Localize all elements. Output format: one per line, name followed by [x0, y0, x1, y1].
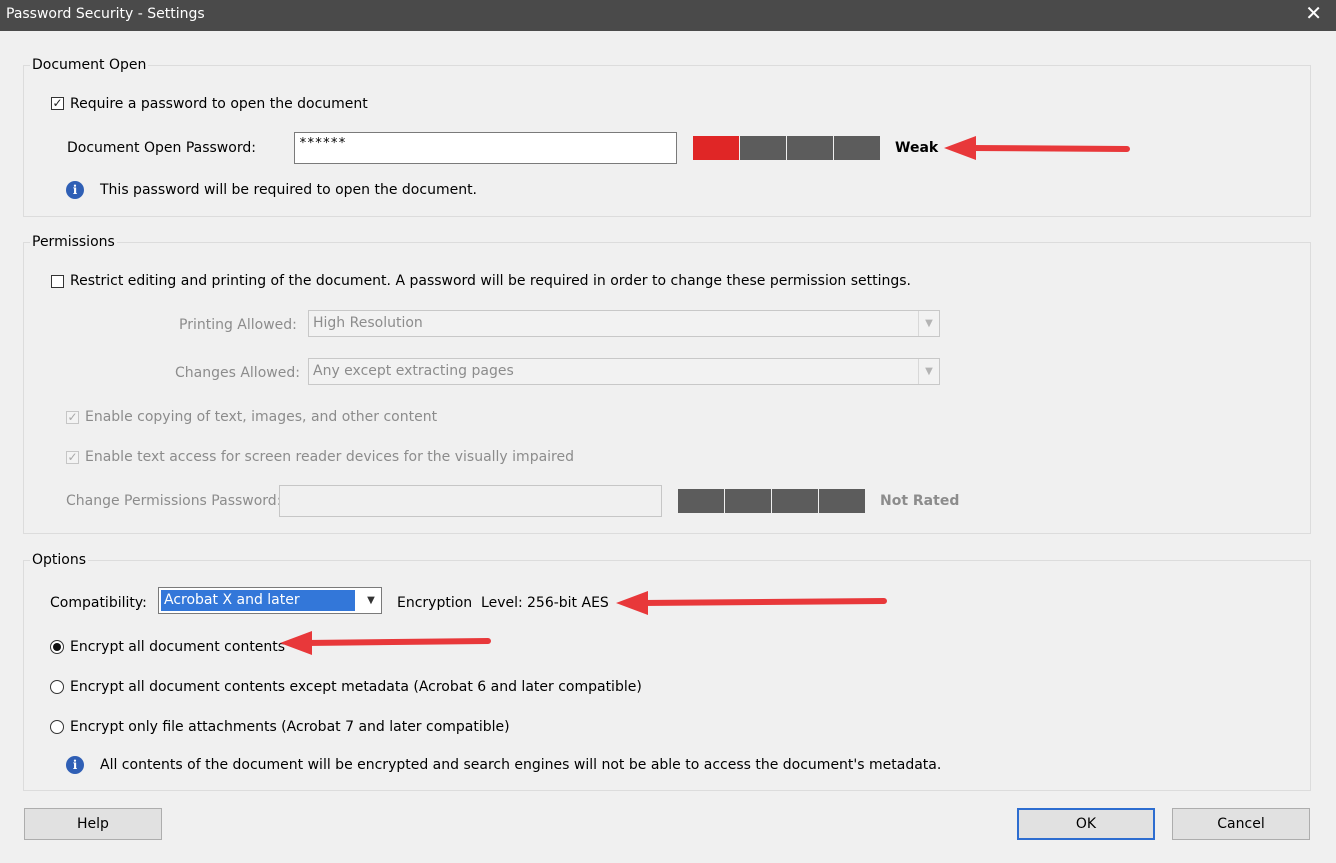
- strength-segment: [819, 489, 865, 513]
- printing-allowed-select[interactable]: High Resolution ▼: [308, 310, 940, 337]
- document-open-legend: Document Open: [30, 57, 149, 73]
- enable-copying-checkbox[interactable]: ✓: [66, 411, 79, 424]
- encryption-level-value: 256-bit AES: [527, 595, 609, 611]
- strength-segment: [725, 489, 771, 513]
- changes-allowed-value: Any except extracting pages: [313, 363, 514, 379]
- require-password-checkbox[interactable]: ✓: [51, 97, 64, 110]
- permissions-strength-meter: [678, 489, 865, 513]
- enable-copying-label: Enable copying of text, images, and othe…: [85, 409, 438, 425]
- restrict-editing-label: Restrict editing and printing of the doc…: [70, 273, 912, 289]
- changes-allowed-select[interactable]: Any except extracting pages ▼: [308, 358, 940, 385]
- printing-allowed-value: High Resolution: [313, 315, 423, 331]
- encrypt-except-metadata-label: Encrypt all document contents except met…: [70, 679, 642, 695]
- cancel-button[interactable]: Cancel: [1172, 808, 1310, 840]
- encrypt-attachments-label: Encrypt only file attachments (Acrobat 7…: [70, 719, 510, 735]
- title-bar: Password Security - Settings ✕: [0, 0, 1336, 31]
- changes-allowed-label: Changes Allowed:: [175, 365, 300, 381]
- document-open-password-field[interactable]: ******: [294, 132, 677, 164]
- compatibility-value: Acrobat X and later: [161, 590, 355, 611]
- encrypt-all-label: Encrypt all document contents: [70, 639, 286, 655]
- strength-segment: [678, 489, 724, 513]
- require-password-label: Require a password to open the document: [70, 96, 368, 112]
- change-permissions-password-label: Change Permissions Password:: [66, 493, 282, 509]
- strength-segment: [834, 136, 880, 160]
- info-icon: i: [66, 181, 84, 199]
- screen-reader-checkbox[interactable]: ✓: [66, 451, 79, 464]
- permissions-legend: Permissions: [30, 234, 117, 250]
- annotation-arrow: [280, 631, 491, 655]
- encryption-level-label: Encryption Level:: [397, 595, 523, 611]
- annotation-arrow: [944, 136, 1130, 160]
- strength-segment: [787, 136, 833, 160]
- ok-button[interactable]: OK: [1017, 808, 1155, 840]
- password-strength-meter: [693, 136, 880, 160]
- annotation-arrow: [616, 591, 887, 615]
- document-open-password-label: Document Open Password:: [67, 140, 256, 156]
- info-icon: i: [66, 756, 84, 774]
- change-permissions-password-field[interactable]: [279, 485, 662, 517]
- encrypt-except-metadata-radio[interactable]: [50, 680, 64, 694]
- permissions-strength-label: Not Rated: [880, 493, 960, 509]
- window-title: Password Security - Settings: [6, 6, 205, 22]
- options-legend: Options: [30, 552, 89, 568]
- restrict-editing-checkbox[interactable]: [51, 275, 64, 288]
- compatibility-label: Compatibility:: [50, 595, 147, 611]
- encrypt-attachments-radio[interactable]: [50, 720, 64, 734]
- chevron-down-icon: ▼: [918, 311, 939, 336]
- help-button[interactable]: Help: [24, 808, 162, 840]
- chevron-down-icon: ▼: [367, 595, 375, 606]
- compatibility-select[interactable]: Acrobat X and later ▼: [158, 587, 382, 614]
- document-open-info-text: This password will be required to open t…: [100, 182, 478, 198]
- strength-segment: [772, 489, 818, 513]
- printing-allowed-label: Printing Allowed:: [179, 317, 297, 333]
- encrypt-all-radio[interactable]: [50, 640, 64, 654]
- password-strength-label: Weak: [895, 140, 939, 156]
- options-info-text: All contents of the document will be enc…: [100, 757, 942, 773]
- strength-segment: [740, 136, 786, 160]
- strength-segment: [693, 136, 739, 160]
- chevron-down-icon: ▼: [918, 359, 939, 384]
- screen-reader-label: Enable text access for screen reader dev…: [85, 449, 575, 465]
- close-icon[interactable]: ✕: [1305, 3, 1322, 23]
